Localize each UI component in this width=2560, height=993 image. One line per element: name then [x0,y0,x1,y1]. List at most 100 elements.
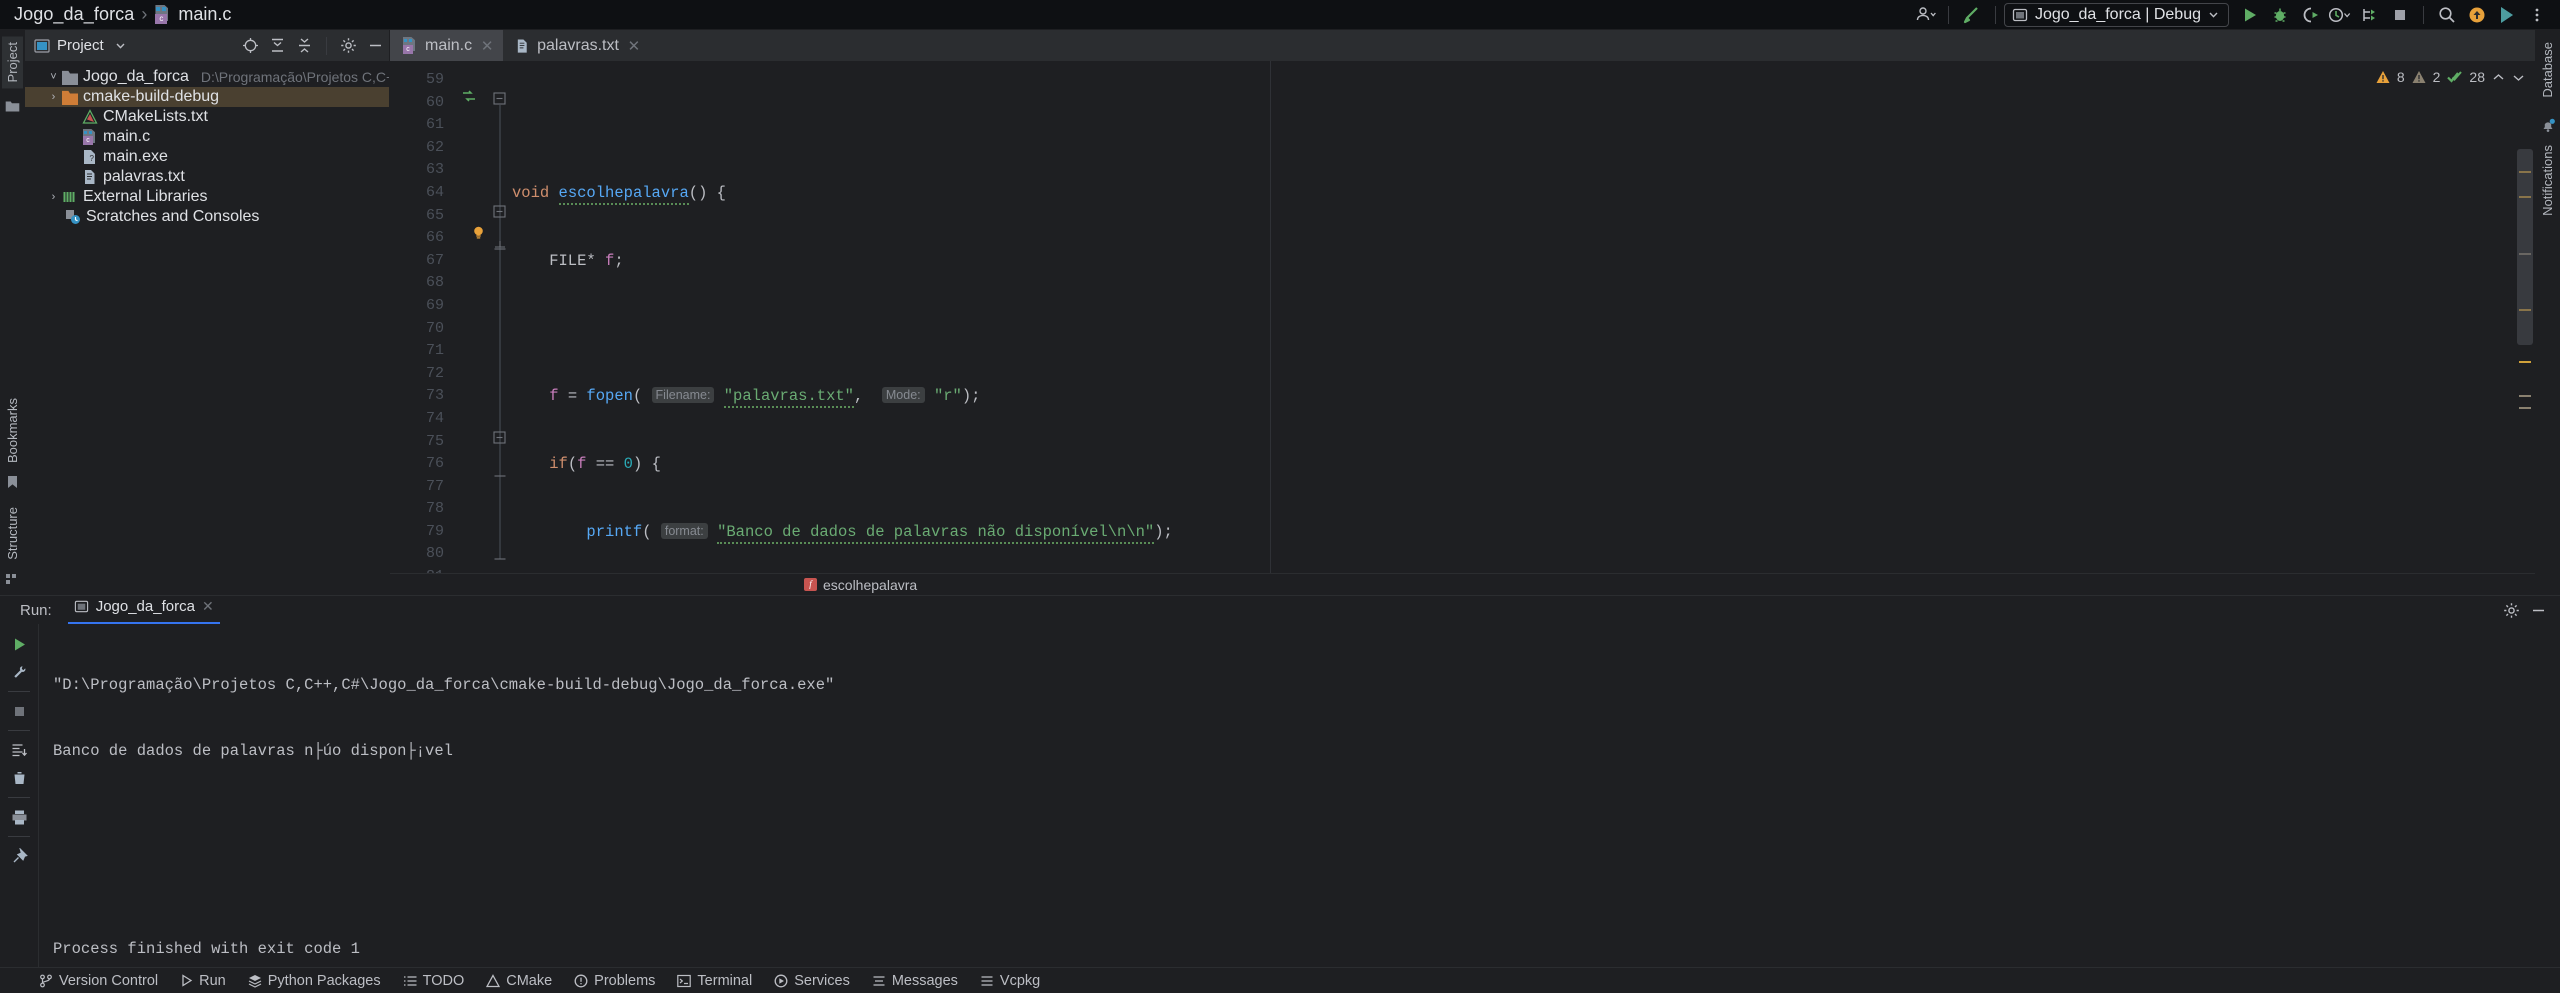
stop-button[interactable] [4,697,34,725]
expand-all-icon[interactable] [264,32,291,59]
ai-assistant-icon[interactable] [2492,0,2522,30]
status-item-run[interactable]: Run [169,968,237,993]
breadcrumb-function[interactable]: escolhepalavra [823,577,917,593]
gear-icon[interactable] [2498,597,2525,624]
code-content[interactable]: void escolhepalavra() { FILE* f; f = fop… [510,61,2513,573]
chevron-down-icon[interactable] [115,40,126,51]
code-editor[interactable]: 59 60 61 62 63 64 65 66 67 68 69 70 71 7… [390,61,2535,573]
line-number: 63 [425,161,444,179]
intention-bulb-icon[interactable] [471,225,486,240]
run-panel-header: Run: Jogo_da_forca ✕ [0,596,2560,624]
status-item-python-packages[interactable]: Python Packages [237,968,392,993]
editor-tabs: c main.c ✕ palavras.txt ✕ [390,30,2535,61]
next-problem-icon[interactable] [2512,71,2525,84]
line-number: 71 [425,342,444,360]
structure-icon [5,572,19,585]
tree-row-scratches-and-consoles[interactable]: Scratches and Consoles [25,207,389,227]
sidebar-item-notifications[interactable]: Notifications [2537,139,2558,222]
gear-icon[interactable] [335,32,362,59]
status-item-todo[interactable]: TODO [392,968,476,993]
locate-file-icon[interactable] [237,32,264,59]
status-item-terminal[interactable]: Terminal [666,968,763,993]
project-tool-divider [326,36,327,55]
branch-icon [40,974,52,987]
tree-row-cmakelists[interactable]: CMakeLists.txt [25,107,389,127]
run-console-output[interactable]: "D:\Programação\Projetos C,C++,C#\Jogo_d… [38,624,2560,967]
tree-item-label: palavras.txt [103,168,185,185]
chevron-expanded-icon[interactable]: ˅ [45,71,62,83]
list-icon [403,975,417,986]
account-icon[interactable] [1910,0,1940,30]
run-function-icon[interactable] [462,89,476,103]
gutter-marker-column[interactable] [450,61,492,573]
tree-row-jogo-da-forca[interactable]: ˅ Jogo_da_forca D:\Programação\Projetos … [25,67,389,87]
hide-window-icon[interactable] [362,32,389,59]
search-icon[interactable] [2432,0,2462,30]
breadcrumb-project[interactable]: Jogo_da_forca [14,4,134,25]
attach-process-icon[interactable] [2355,0,2385,30]
notifications-bell-icon[interactable] [2541,118,2555,133]
folder-strip-icon[interactable] [2,96,23,117]
breadcrumb-file[interactable]: main.c [178,4,231,25]
close-icon[interactable]: ✕ [479,37,495,55]
status-item-services[interactable]: Services [763,968,861,993]
edit-configuration-icon[interactable] [4,658,34,686]
sidebar-item-bookmarks[interactable]: Bookmarks [2,392,23,469]
sidebar-item-project[interactable]: Project [1,36,23,89]
status-item-problems[interactable]: Problems [563,968,666,993]
scroll-to-end-icon[interactable] [4,736,34,764]
tree-row-cmake-build-debug[interactable]: › cmake-build-debug [25,87,389,107]
editor-scrollbar-thumb[interactable] [2517,149,2533,345]
build-hammer-icon[interactable] [1957,0,1987,30]
tree-row-palavras-txt[interactable]: palavras.txt [25,167,389,187]
warning-marker[interactable] [2519,361,2531,363]
chevron-right-icon[interactable]: › [45,91,62,103]
profile-button[interactable] [2325,0,2355,30]
update-notification-icon[interactable] [2462,0,2492,30]
stop-button[interactable] [2385,0,2415,30]
code-line-61: FILE* f; [512,251,624,270]
more-options-icon[interactable] [2522,0,2552,30]
project-tool-header: Project [25,30,389,61]
pin-icon[interactable] [4,842,34,870]
tab-main-c[interactable]: c main.c ✕ [390,30,504,61]
sidebar-item-structure[interactable]: Structure [2,501,23,566]
run-button[interactable] [2235,0,2265,30]
status-item-vcpkg[interactable]: Vcpkg [969,968,1051,993]
run-panel-label: Run: [20,601,52,619]
run-with-coverage-button[interactable] [2295,0,2325,30]
weak-warning-count: 2 [2432,69,2441,85]
tree-row-external-libraries[interactable]: › External Libraries [25,187,389,207]
weak-warning-marker[interactable] [2519,395,2531,397]
close-icon[interactable]: ✕ [626,37,642,55]
status-item-messages[interactable]: Messages [861,968,969,993]
previous-problem-icon[interactable] [2492,71,2505,84]
code-folding-column[interactable] [492,61,510,573]
rerun-button[interactable] [4,630,34,658]
run-tab-jogo-da-forca[interactable]: Jogo_da_forca ✕ [67,596,220,624]
tree-row-main-exe[interactable]: ? main.exe [25,147,389,167]
status-label: Version Control [59,972,159,989]
print-icon[interactable] [4,803,34,831]
status-item-cmake[interactable]: CMake [475,968,563,993]
hide-window-icon[interactable] [2525,597,2552,624]
chevron-right-icon[interactable]: › [45,191,62,203]
tree-row-main-c[interactable]: c main.c [25,127,389,147]
title-bar: Jogo_da_forca › c main.c Jogo_da_forca |… [0,0,2560,30]
collapse-all-icon[interactable] [291,32,318,59]
toolbar-divider-2 [1994,5,1996,24]
tab-palavras-txt[interactable]: palavras.txt ✕ [503,30,650,61]
check-count: 28 [2469,69,2485,85]
weak-warning-marker[interactable] [2519,407,2531,409]
inspection-badges[interactable]: 8 2 28 [2376,69,2525,85]
inspection-gutter[interactable]: 8 2 28 [2376,61,2535,573]
tree-item-path: D:\Programação\Projetos C,C++,C#\Jogo [200,69,389,85]
close-icon[interactable]: ✕ [202,598,214,615]
status-item-version-control[interactable]: Version Control [28,968,169,993]
clear-all-icon[interactable] [4,764,34,792]
run-configuration-selector[interactable]: Jogo_da_forca | Debug [2003,2,2229,27]
line-number: 78 [425,500,444,518]
sidebar-item-database[interactable]: Database [2537,36,2558,104]
debug-button[interactable] [2265,0,2295,30]
main-toolbar-right: Jogo_da_forca | Debug [1910,0,2560,29]
